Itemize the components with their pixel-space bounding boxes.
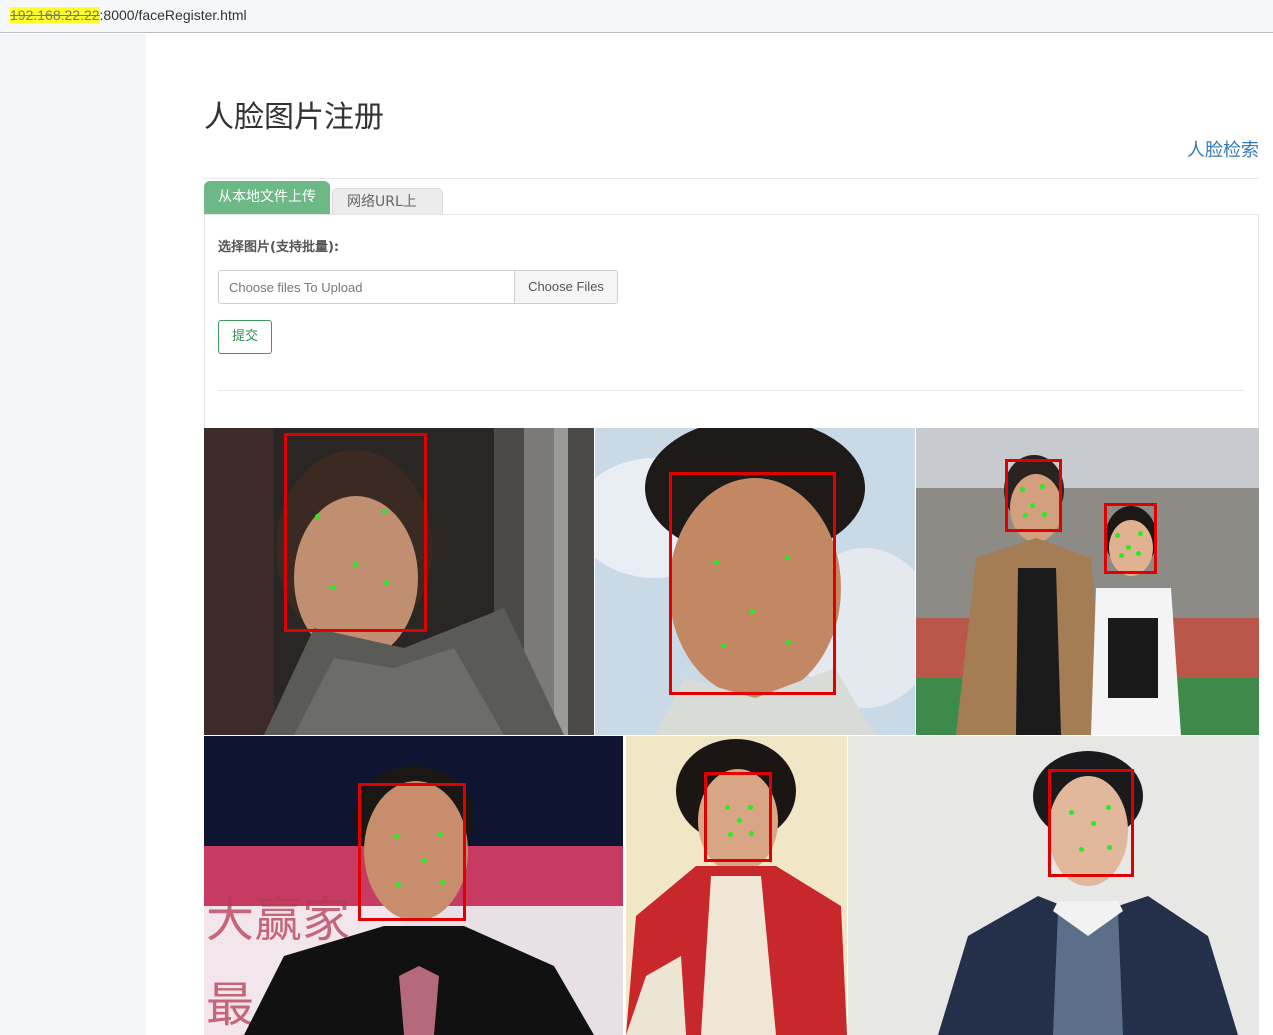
tab-url-upload[interactable]: 网络URL上传 <box>332 188 443 237</box>
divider <box>218 390 1244 391</box>
svg-text:大赢家: 大赢家 <box>206 892 350 948</box>
landmark-dot <box>721 643 726 648</box>
landmark-dot <box>750 609 755 614</box>
landmark-dot <box>786 640 791 645</box>
landmark-dot <box>1030 503 1035 508</box>
result-image <box>848 736 1259 1035</box>
result-image <box>626 736 847 1035</box>
landmark-dot <box>737 818 742 823</box>
file-input[interactable]: Choose files To Upload <box>218 270 515 304</box>
landmark-dot <box>748 805 753 810</box>
face-bounding-box <box>1104 503 1157 574</box>
landmark-dot <box>330 585 335 590</box>
landmark-dot <box>1023 513 1028 518</box>
result-image: 大赢家 最 <box>204 736 623 1035</box>
result-image <box>916 428 1259 735</box>
address-url[interactable]: 192.168.22.22:8000/faceRegister.html <box>10 7 247 23</box>
result-image <box>595 428 915 735</box>
landmark-dot <box>1020 487 1025 492</box>
svg-text:最: 最 <box>206 977 254 1033</box>
landmark-dot <box>1107 845 1112 850</box>
face-bounding-box <box>669 472 836 695</box>
landmark-dot <box>749 831 754 836</box>
landmark-dot <box>1136 551 1141 556</box>
landmark-dot <box>1069 810 1074 815</box>
face-bounding-box <box>358 783 466 921</box>
landmark-dot <box>440 880 445 885</box>
landmark-dot <box>382 509 387 514</box>
upload-panel <box>204 214 1259 428</box>
landmark-dot <box>1040 484 1045 489</box>
face-bounding-box <box>284 433 427 632</box>
face-search-link[interactable]: 人脸检索 <box>1187 136 1259 162</box>
tab-local-upload[interactable]: 从本地文件上传 <box>204 181 330 214</box>
landmark-dot <box>438 832 443 837</box>
face-bounding-box <box>1005 459 1062 532</box>
divider <box>204 178 1259 179</box>
url-masked-host: 192.168.22.22 <box>10 7 100 23</box>
landmark-dot <box>396 882 401 887</box>
landmark-dot <box>1115 533 1120 538</box>
submit-button[interactable]: 提交 <box>218 320 272 354</box>
landmark-dot <box>384 580 389 585</box>
page-title: 人脸图片注册 <box>204 100 384 135</box>
landmark-dot <box>353 562 358 567</box>
select-images-label: 选择图片(支持批量): <box>218 240 340 255</box>
landmark-dot <box>714 560 719 565</box>
left-margin <box>0 34 146 1035</box>
face-photo <box>916 428 1259 735</box>
landmark-dot <box>1042 512 1047 517</box>
choose-files-button[interactable]: Choose Files <box>514 270 618 304</box>
landmark-dot <box>725 805 730 810</box>
result-image <box>204 428 594 735</box>
face-bounding-box <box>704 772 772 862</box>
landmark-dot <box>1079 847 1084 852</box>
landmark-dot <box>315 514 320 519</box>
landmark-dot <box>1091 821 1096 826</box>
landmark-dot <box>1126 545 1131 550</box>
landmark-dot <box>728 832 733 837</box>
landmark-dot <box>1119 553 1124 558</box>
landmark-dot <box>422 858 427 863</box>
browser-address-bar[interactable]: 192.168.22.22:8000/faceRegister.html <box>0 0 1273 33</box>
landmark-dot <box>1138 531 1143 536</box>
landmark-dot <box>785 555 790 560</box>
landmark-dot <box>1106 805 1111 810</box>
landmark-dot <box>394 834 399 839</box>
url-path: :8000/faceRegister.html <box>99 7 247 23</box>
